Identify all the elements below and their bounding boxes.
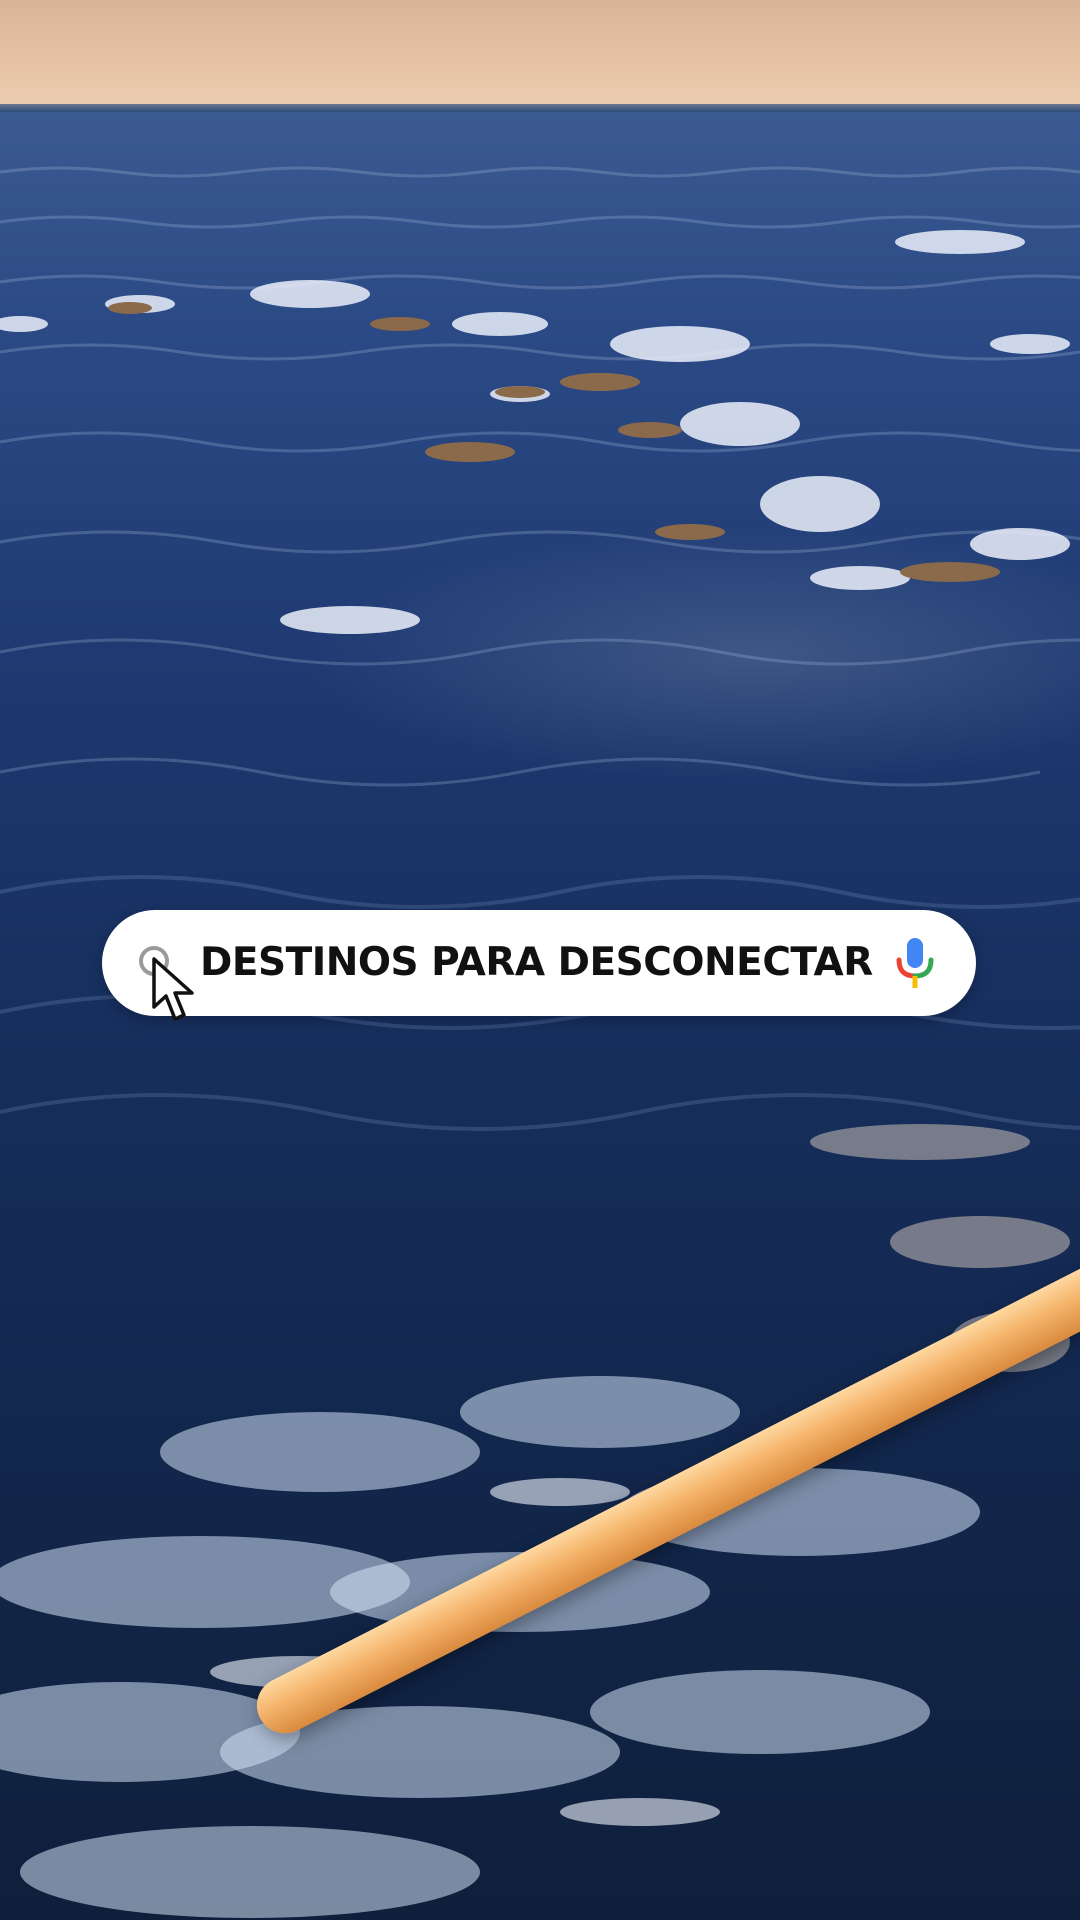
cursor-arrow-icon <box>152 957 194 1021</box>
video-frame: DESTINOS PARA DESCONECTAR <box>0 0 1080 1920</box>
search-bar[interactable]: DESTINOS PARA DESCONECTAR <box>102 910 976 1016</box>
sunset-sky <box>0 0 1080 112</box>
search-query-text[interactable]: DESTINOS PARA DESCONECTAR <box>200 910 873 1016</box>
horizon <box>0 104 1080 112</box>
mic-icon[interactable] <box>894 936 936 992</box>
